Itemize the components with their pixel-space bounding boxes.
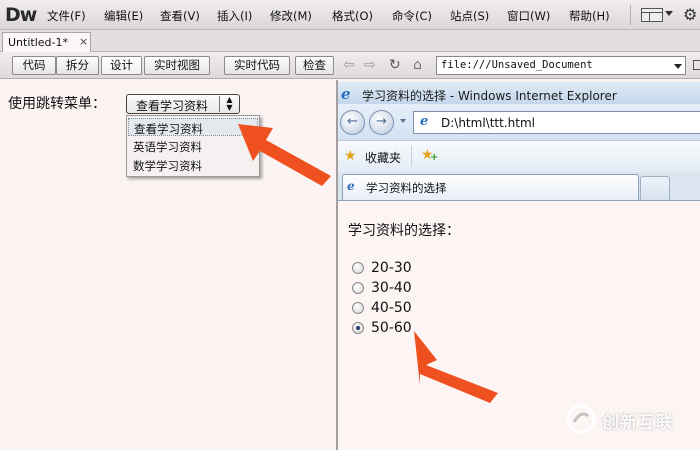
document-address-input[interactable]: file:///Unsaved_Document (436, 56, 686, 75)
new-tab-button[interactable] (640, 176, 670, 200)
document-tab[interactable]: Untitled-1* × (2, 32, 91, 52)
updown-arrow-icon[interactable]: ▲ ▼ (219, 96, 239, 112)
menu-modify[interactable]: 修改(M) (270, 8, 312, 24)
radio-button[interactable] (352, 282, 364, 294)
page-heading: 学习资料的选择： (348, 223, 460, 239)
close-icon[interactable]: × (79, 35, 88, 48)
split-view-button[interactable]: 拆分 (56, 56, 99, 75)
chevron-down-icon[interactable] (674, 64, 682, 69)
radio-label: 30-40 (371, 280, 412, 296)
menu-insert[interactable]: 插入(I) (217, 8, 252, 24)
menu-commands[interactable]: 命令(C) (392, 8, 432, 24)
live-code-button[interactable]: 实时代码 (224, 56, 290, 75)
layout-icon[interactable] (641, 8, 663, 22)
inspect-button[interactable]: 检查 (295, 56, 334, 75)
page-icon: e (347, 179, 355, 193)
forward-arrow-icon[interactable]: ⇨ (364, 57, 376, 73)
menu-view[interactable]: 查看(V) (160, 8, 200, 24)
browser-tab-title: 学习资料的选择 (366, 181, 447, 195)
chevron-down-icon[interactable] (665, 11, 673, 16)
page-icon: e (420, 114, 429, 129)
menu-separator (630, 5, 631, 25)
home-icon[interactable]: ⌂ (413, 57, 422, 73)
menu-window[interactable]: 窗口(W) (507, 8, 550, 24)
favorites-button[interactable]: 收藏夹 (365, 149, 401, 166)
back-arrow-icon[interactable]: ⇦ (343, 57, 355, 73)
menu-format[interactable]: 格式(O) (332, 8, 373, 24)
watermark-logo-icon (566, 404, 596, 434)
document-tab-title: Untitled-1* (8, 36, 68, 49)
browser-window-title: 学习资料的选择 - Windows Internet Explorer (362, 89, 617, 103)
jump-menu-option[interactable]: 数学学习资料 (128, 156, 258, 174)
menu-site[interactable]: 站点(S) (450, 8, 489, 24)
gear-icon[interactable]: ⚙ (683, 5, 697, 24)
plus-icon: + (430, 152, 439, 163)
forward-button[interactable]: → (369, 110, 394, 135)
ie-logo-icon: e (341, 85, 351, 103)
radio-label: 20-30 (371, 260, 412, 276)
jump-menu-label: 使用跳转菜单： (8, 96, 106, 112)
menu-help[interactable]: 帮助(H) (569, 8, 610, 24)
radio-button-checked[interactable] (352, 322, 364, 334)
watermark-text: 创新互联 (602, 413, 674, 433)
radio-label: 40-50 (371, 300, 412, 316)
live-view-button[interactable]: 实时视图 (144, 56, 210, 75)
dreamweaver-logo: Dw (5, 4, 37, 26)
radio-button[interactable] (352, 262, 364, 274)
code-view-button[interactable]: 代码 (12, 56, 56, 75)
refresh-icon[interactable]: ↻ (389, 57, 401, 73)
document-toolbar: 代码 拆分 设计 实时视图 实时代码 检查 ⇦ ⇨ ↻ ⌂ file:///Un… (0, 52, 700, 79)
menu-bar: Dw 文件(F) 编辑(E) 查看(V) 插入(I) 修改(M) 格式(O) 命… (0, 0, 700, 30)
browser-address-text[interactable]: D:\html\ttt.html (441, 116, 535, 130)
jump-menu-option[interactable]: 查看学习资料 (128, 118, 258, 136)
radio-button[interactable] (352, 302, 364, 314)
star-icon[interactable]: ★ (344, 148, 357, 164)
favorites-separator (411, 146, 412, 166)
document-tab-strip: Untitled-1* × (0, 30, 700, 52)
radio-label: 50-60 (371, 320, 412, 336)
jump-menu-option[interactable]: 英语学习资料 (128, 137, 258, 155)
chevron-down-icon[interactable] (400, 119, 406, 123)
menu-file[interactable]: 文件(F) (47, 8, 86, 24)
menu-edit[interactable]: 编辑(E) (104, 8, 143, 24)
back-button[interactable]: ← (340, 110, 365, 135)
design-view-button[interactable]: 设计 (101, 56, 142, 75)
jump-menu-select[interactable]: 查看学习资料 ▲ ▼ (126, 94, 240, 114)
jump-menu-dropdown: 查看学习资料 英语学习资料 数学学习资料 (126, 115, 260, 177)
visual-aids-icon[interactable] (693, 60, 700, 70)
jump-menu-selected-value: 查看学习资料 (136, 99, 209, 113)
